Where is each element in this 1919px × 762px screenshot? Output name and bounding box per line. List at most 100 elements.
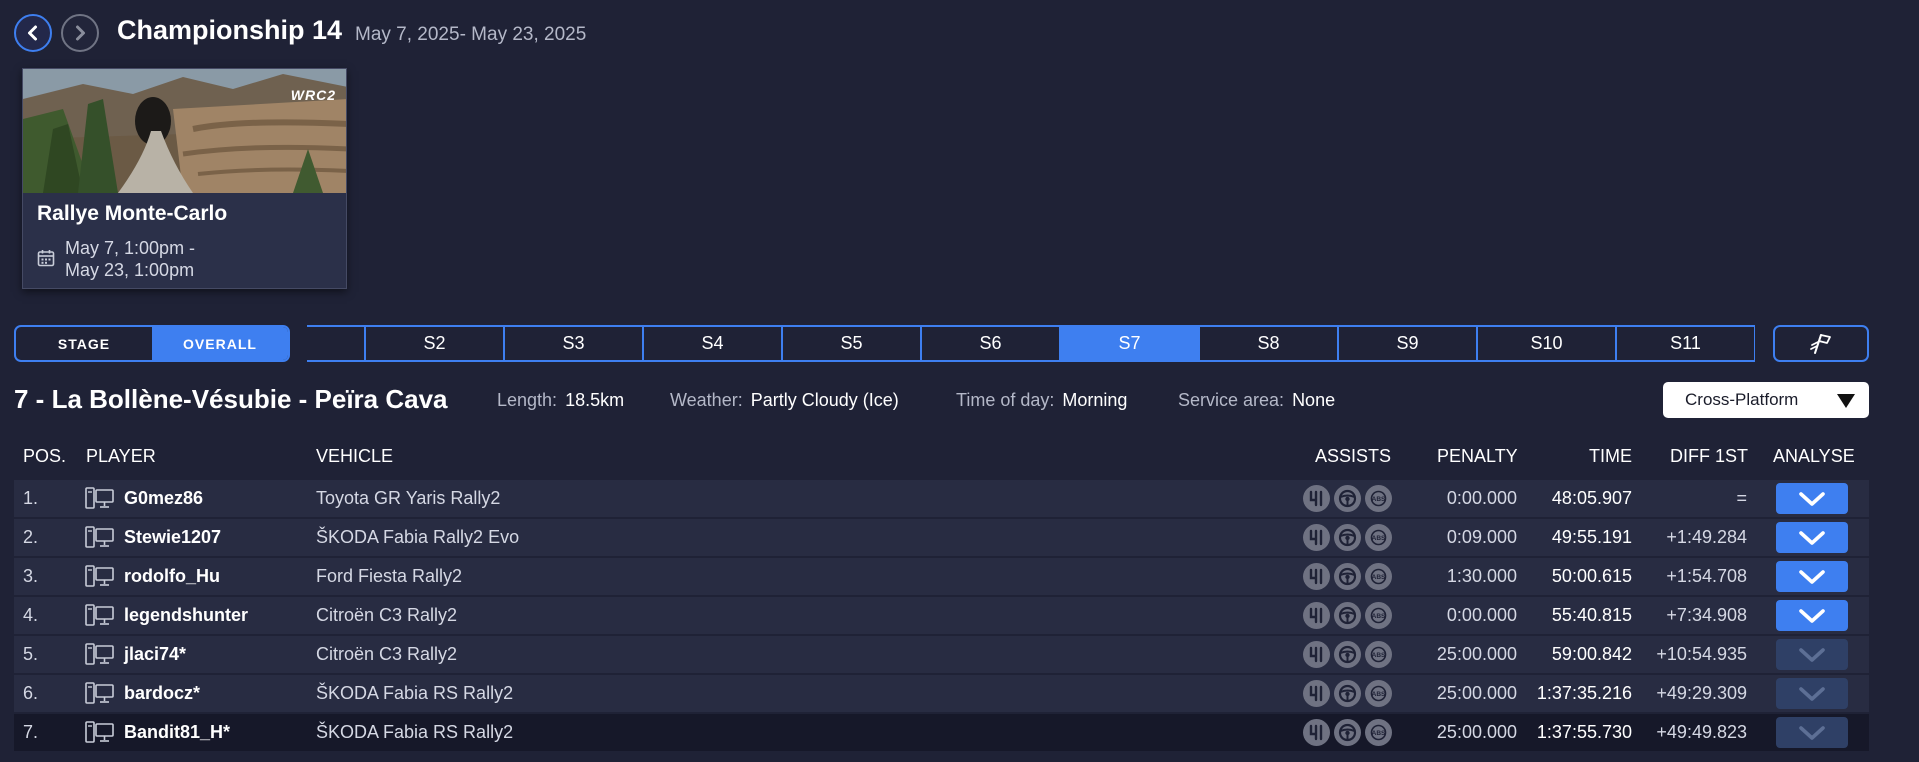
platform-filter-dropdown[interactable]: Cross-Platform [1663,382,1869,418]
steering-assist-icon [1334,602,1361,629]
stage-view-button[interactable]: STAGE [16,327,152,360]
route-button[interactable] [1773,325,1869,362]
svg-text:ABS: ABS [1372,574,1386,581]
svg-text:ABS: ABS [1372,535,1386,542]
svg-text:ABS: ABS [1372,613,1386,620]
diff-to-first: +1:49.284 [1666,527,1747,547]
analyse-button[interactable] [1776,678,1848,709]
position: 4. [23,605,39,625]
svg-text:ABS: ABS [1372,652,1386,659]
chevron-down-icon [1799,686,1825,701]
stage-tab-s3[interactable]: S3 [505,327,644,360]
chevron-down-icon [1799,569,1825,584]
service-area-value: None [1292,390,1336,410]
page-title: Championship 14 [117,15,343,45]
analyse-button[interactable] [1776,600,1848,631]
stage-tab-s1[interactable]: S1 [307,327,366,360]
position: 2. [23,527,39,547]
abs-icon: ABS [1365,524,1392,551]
penalty-time: 1:30.000 [1446,566,1517,586]
analyse-button[interactable] [1776,639,1848,670]
table-row[interactable]: 2. Stewie1207 ŠKODA Fabia Rally2 Evo ABS 0:0… [14,519,1869,556]
stage-tab-s9[interactable]: S9 [1339,327,1478,360]
stage-tab-s8[interactable]: S8 [1200,327,1339,360]
abs-icon: ABS [1365,563,1392,590]
table-row[interactable]: 6. bardocz* ŠKODA Fabia RS Rally2 ABS 25:00.… [14,675,1869,712]
length-value: 18.5km [565,390,625,410]
stage-tab-s2[interactable]: S2 [366,327,505,360]
svg-text:ABS: ABS [1372,496,1386,503]
table-row[interactable]: 7. Bandit81_H* ŠKODA Fabia RS Rally2 ABS 25:… [14,714,1869,751]
total-time: 59:00.842 [1551,644,1632,664]
platform-filter-value: Cross-Platform [1685,390,1799,409]
stage-time-of-day: Time of day: Morning [956,390,1127,411]
pc-platform-icon [85,487,114,509]
diff-to-first: +1:54.708 [1666,566,1747,586]
player-name: jlaci74* [124,644,187,664]
position: 7. [23,722,39,742]
position: 1. [23,488,39,508]
table-row[interactable]: 1. G0mez86 Toyota GR Yaris Rally2 ABS 0:00.0… [14,480,1869,517]
steering-assist-icon [1334,524,1361,551]
next-button[interactable] [61,14,99,52]
analyse-button[interactable] [1776,717,1848,748]
column-time: TIME [1589,446,1632,466]
position: 5. [23,644,39,664]
chevron-down-icon [1799,608,1825,623]
abs-icon: ABS [1365,602,1392,629]
total-time: 50:00.615 [1551,566,1632,586]
analyse-button[interactable] [1776,561,1848,592]
gearbox-icon [1303,719,1330,746]
wrc2-logo: WRC2 [290,87,336,103]
chevron-left-icon [28,25,37,41]
dropdown-arrow-icon [1837,394,1855,408]
stage-tab-s7[interactable]: S7 [1061,327,1200,360]
stage-tab-s10[interactable]: S10 [1478,327,1617,360]
total-time: 55:40.815 [1551,605,1632,625]
steering-assist-icon [1334,641,1361,668]
penalty-time: 25:00.000 [1436,644,1517,664]
stage-length: Length: 18.5km [497,390,624,411]
chevron-down-icon [1799,491,1825,506]
chevron-right-icon [76,25,85,41]
event-end: May 23, 1:00pm [65,260,195,280]
stage-tabs: S1S2S3S4S5S6S7S8S9S10S11 [307,325,1755,362]
column-player: PLAYER [86,446,156,466]
analyse-button[interactable] [1776,483,1848,514]
table-row[interactable]: 5. jlaci74* Citroën C3 Rally2 ABS 25:00.000 5… [14,636,1869,673]
total-time: 49:55.191 [1551,527,1632,547]
vehicle-name: ŠKODA Fabia RS Rally2 [316,722,514,742]
stage-tab-s11[interactable]: S11 [1617,327,1755,360]
stage-tab-s4[interactable]: S4 [644,327,783,360]
stage-tab-s5[interactable]: S5 [783,327,922,360]
diff-to-first: +49:49.823 [1656,722,1747,742]
penalty-time: 25:00.000 [1436,722,1517,742]
column-assists: ASSISTS [1315,446,1392,466]
svg-text:ABS: ABS [1372,730,1386,737]
time-of-day-value: Morning [1062,390,1128,410]
diff-to-first: = [1736,488,1747,508]
position: 3. [23,566,39,586]
leaderboard-header: POS. PLAYER VEHICLE ASSISTS PENALTY TIME… [0,446,1919,468]
vehicle-name: Toyota GR Yaris Rally2 [316,488,501,508]
steering-assist-icon [1334,680,1361,707]
weather-value: Partly Cloudy (Ice) [750,390,899,410]
event-dates: May 7, 1:00pm - May 23, 1:00pm [65,237,195,281]
event-card[interactable]: WRC2 Rallye Monte-Carlo May 7, 1:00pm - … [22,68,347,289]
calendar-icon [37,250,55,267]
previous-button[interactable] [14,14,52,52]
abs-icon: ABS [1365,680,1392,707]
gearbox-icon [1303,680,1330,707]
overall-view-button[interactable]: OVERALL [152,327,288,360]
table-row[interactable]: 4. legendshunter Citroën C3 Rally2 ABS 0:00.… [14,597,1869,634]
vehicle-name: ŠKODA Fabia RS Rally2 [316,683,514,703]
pc-platform-icon [85,643,114,665]
player-name: bardocz* [124,683,201,703]
analyse-button[interactable] [1776,522,1848,553]
table-row[interactable]: 3. rodolfo_Hu Ford Fiesta Rally2 ABS 1:30.00… [14,558,1869,595]
stage-tab-s6[interactable]: S6 [922,327,1061,360]
chevron-down-icon [1799,647,1825,662]
gearbox-icon [1303,563,1330,590]
pc-platform-icon [85,682,114,704]
total-time: 1:37:55.730 [1536,722,1632,742]
